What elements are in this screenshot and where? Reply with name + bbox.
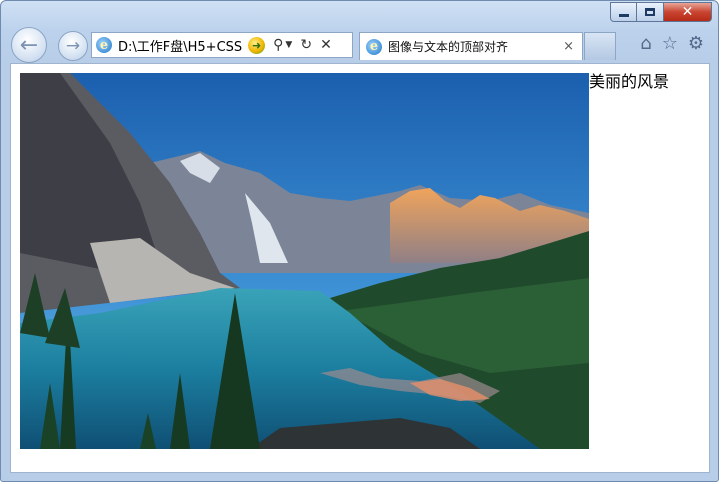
close-icon: ✕	[681, 4, 694, 20]
browser-window: ✕ ← → e D:\工作F盘\H5+CSS ➜ ⚲ ▼ ↻ ✕ e 图像与文本…	[0, 0, 719, 482]
minimize-icon	[618, 13, 629, 17]
navigation-toolbar: ← → e D:\工作F盘\H5+CSS ➜ ⚲ ▼ ↻ ✕ e 图像与文本的顶…	[1, 25, 718, 63]
minimize-button[interactable]	[610, 2, 637, 22]
page-content: 美丽的风景	[10, 63, 710, 473]
chevron-down-icon[interactable]: ▼	[285, 40, 292, 50]
command-icons: ⌂ ☆ ⚙	[640, 34, 704, 54]
tab-close-icon[interactable]: ×	[563, 39, 574, 54]
forward-button[interactable]: →	[58, 31, 88, 61]
back-arrow-icon: ←	[19, 32, 39, 58]
maximize-icon	[645, 8, 655, 16]
tab-active[interactable]: e 图像与文本的顶部对齐 ×	[359, 32, 583, 60]
forward-arrow-icon: →	[65, 36, 81, 56]
home-icon[interactable]: ⌂	[640, 34, 651, 54]
tools-gear-icon[interactable]: ⚙	[688, 34, 704, 54]
favorites-star-icon[interactable]: ☆	[662, 34, 678, 54]
search-icon[interactable]: ⚲	[273, 37, 283, 53]
window-controls: ✕	[610, 2, 712, 22]
ie-tab-icon: e	[366, 38, 382, 55]
ie-page-icon: e	[96, 37, 112, 53]
close-button[interactable]: ✕	[664, 2, 712, 22]
tab-title[interactable]: 图像与文本的顶部对齐	[388, 38, 563, 55]
address-text[interactable]: D:\工作F盘\H5+CSS	[118, 36, 242, 55]
back-button[interactable]: ←	[11, 27, 47, 63]
landscape-image	[20, 73, 589, 449]
maximize-button[interactable]	[637, 2, 664, 22]
go-icon[interactable]: ➜	[248, 36, 266, 54]
refresh-icon[interactable]: ↻	[300, 37, 312, 53]
new-tab-button[interactable]	[584, 32, 616, 60]
address-bar[interactable]: e D:\工作F盘\H5+CSS ➜ ⚲ ▼ ↻ ✕	[91, 32, 353, 58]
stop-icon[interactable]: ✕	[320, 37, 332, 53]
image-caption: 美丽的风景	[589, 72, 670, 91]
